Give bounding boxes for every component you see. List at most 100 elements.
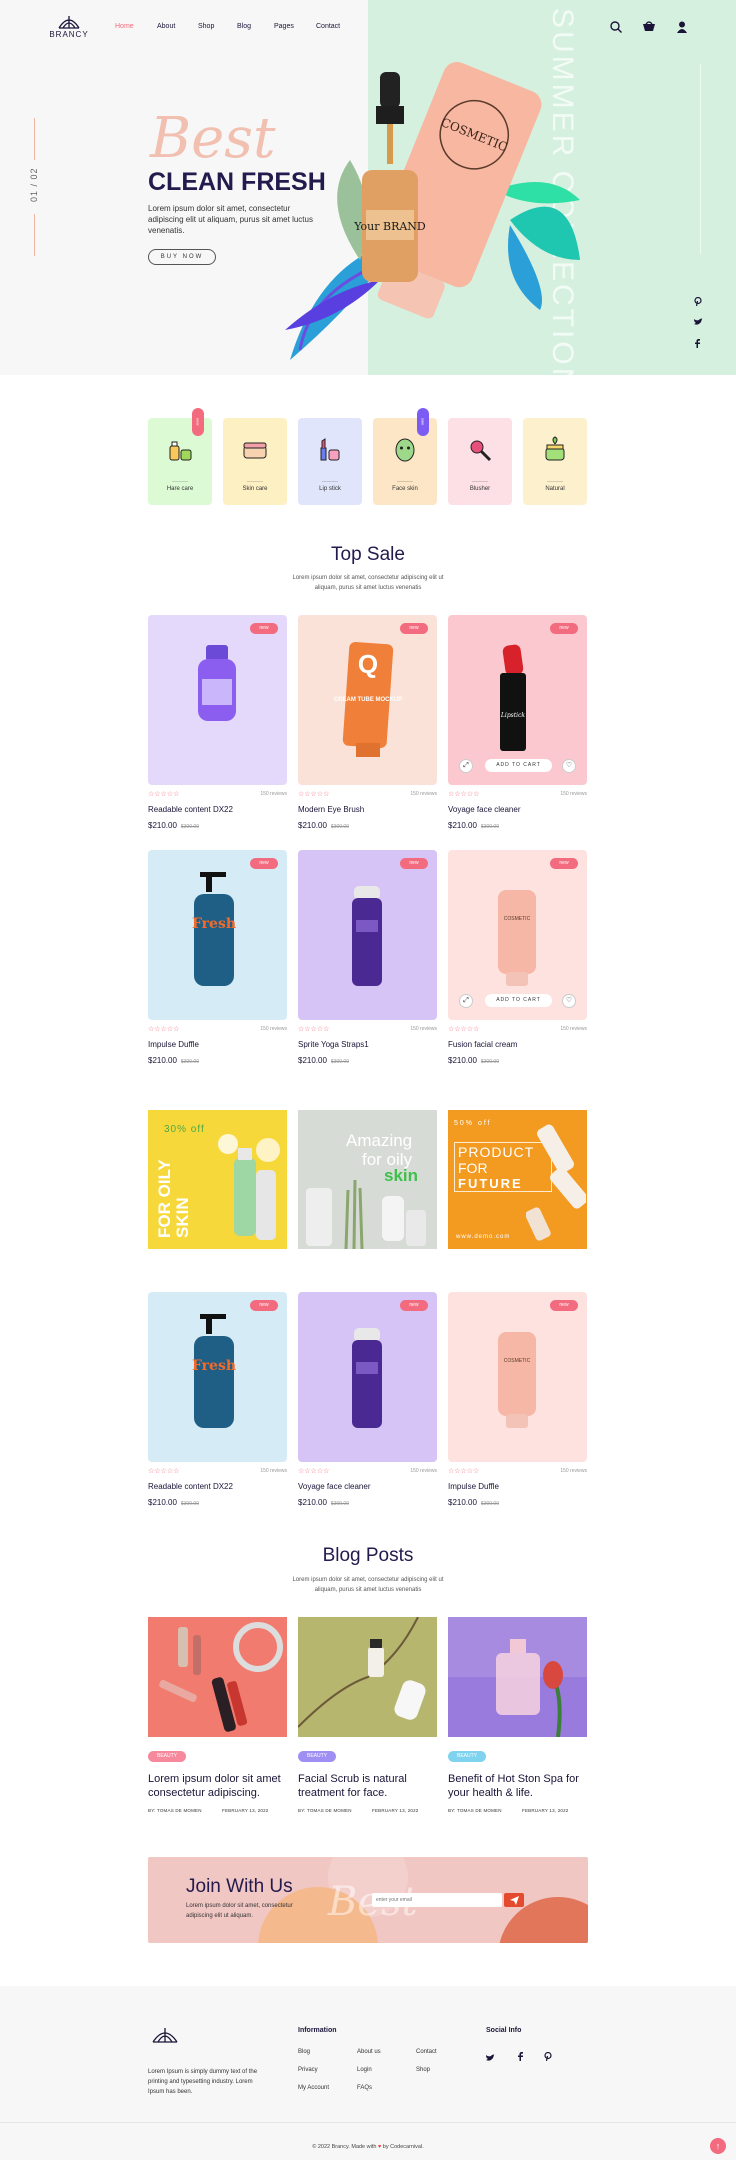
footer: Lorem Ipsum is simply dummy text of the … <box>0 1986 736 2160</box>
pinterest-icon[interactable] <box>544 2048 552 2066</box>
product-price-row: $210.00 $300.00 <box>448 1498 499 1507</box>
nav-blog[interactable]: Blog <box>237 23 251 30</box>
blog-image-3[interactable] <box>448 1617 587 1737</box>
footer-link-my-account[interactable]: My Account <box>298 2085 329 2091</box>
category-natural[interactable]: Natural <box>523 418 587 505</box>
expand-icon[interactable]: ⤢ <box>459 994 473 1008</box>
product-name[interactable]: Readable content DX22 <box>148 805 233 814</box>
heart-icon: ♥ <box>377 2144 382 2150</box>
product-name[interactable]: Voyage face cleaner <box>298 1482 371 1491</box>
promo-banner-oily-skin[interactable]: 30% off FOR OILY SKIN <box>148 1110 287 1249</box>
cart-icon[interactable] <box>642 20 656 34</box>
lipstick-icon <box>320 438 340 461</box>
blog-post-title[interactable]: Facial Scrub is natural treatment for fa… <box>298 1772 438 1800</box>
product-card[interactable]: new <box>298 850 437 1020</box>
heart-icon[interactable]: ♡ <box>562 994 576 1008</box>
rating-stars: ☆☆☆☆☆ <box>298 1026 330 1033</box>
product-card[interactable]: COSMETIC new <box>448 1292 587 1462</box>
footer-divider <box>0 2122 736 2123</box>
pinterest-icon[interactable] <box>694 296 702 308</box>
brand-logo[interactable]: BRANCY <box>44 14 94 44</box>
banner-amazing-line1: Amazing <box>346 1131 413 1150</box>
heart-icon[interactable]: ♡ <box>562 759 576 773</box>
review-count: 150 reviews <box>260 1468 287 1474</box>
nav-home[interactable]: Home <box>115 23 134 30</box>
footer-link-shop[interactable]: Shop <box>416 2067 430 2073</box>
product-card[interactable]: new <box>148 615 287 785</box>
footer-link-about-us[interactable]: About us <box>357 2049 381 2055</box>
product-card[interactable]: Fresh new <box>148 1292 287 1462</box>
footer-logo-icon[interactable] <box>150 2026 180 2049</box>
category-label: Natural <box>545 486 565 492</box>
user-icon[interactable] <box>675 20 689 34</box>
product-name[interactable]: Modern Eye Brush <box>298 805 364 814</box>
product-name[interactable]: Impulse Duffle <box>448 1482 499 1491</box>
footer-link-faqs[interactable]: FAQs <box>357 2085 372 2091</box>
product-name[interactable]: Readable content DX22 <box>148 1482 233 1491</box>
category-face-skin[interactable]: Face skin sale <box>373 408 437 505</box>
search-icon[interactable] <box>609 20 623 34</box>
product-name[interactable]: Fusion facial cream <box>448 1040 517 1049</box>
review-count: 150 reviews <box>410 1468 437 1474</box>
product-price: $210.00 <box>148 821 177 830</box>
product-card[interactable]: Fresh new <box>148 850 287 1020</box>
facebook-icon[interactable] <box>694 338 700 350</box>
cosmetic-tubes-illustration <box>526 1124 586 1241</box>
twitter-icon[interactable] <box>486 2049 495 2067</box>
svg-text:COSMETIC: COSMETIC <box>504 1358 531 1364</box>
blog-tag[interactable]: BEAUTY <box>298 1751 337 1762</box>
natural-jar-icon <box>545 436 565 461</box>
add-to-cart-button[interactable]: ADD TO CART <box>485 994 552 1007</box>
nav-shop[interactable]: Shop <box>198 23 214 30</box>
nav-contact[interactable]: Contact <box>316 23 340 30</box>
footer-link-contact[interactable]: Contact <box>416 2049 437 2055</box>
product-name[interactable]: Impulse Duffle <box>148 1040 199 1049</box>
blog-image-1[interactable] <box>148 1617 287 1737</box>
product-price: $210.00 <box>148 1056 177 1065</box>
review-count: 150 reviews <box>410 791 437 797</box>
product-old-price: $300.00 <box>330 1059 349 1065</box>
product-name[interactable]: Sprite Yoga Straps1 <box>298 1040 369 1049</box>
blog-post-title[interactable]: Lorem ipsum dolor sit amet consectetur a… <box>148 1772 288 1800</box>
footer-link-blog[interactable]: Blog <box>298 2049 310 2055</box>
category-hare-care[interactable]: Hare care new <box>148 408 212 505</box>
new-badge: new <box>550 623 578 634</box>
product-price: $210.00 <box>298 1056 327 1065</box>
blog-post-title[interactable]: Benefit of Hot Ston Spa for your health … <box>448 1772 588 1800</box>
nav-pages[interactable]: Pages <box>274 23 294 30</box>
facebook-icon[interactable] <box>517 2048 523 2066</box>
category-label: Skin care <box>242 486 268 492</box>
new-badge: new <box>250 858 278 869</box>
category-lip-stick[interactable]: Lip stick <box>298 418 362 505</box>
review-count: 150 reviews <box>260 791 287 797</box>
newsletter-email-input[interactable] <box>372 1893 502 1907</box>
blog-author: BY: TOMAS DE MOMEN <box>298 1808 352 1813</box>
svg-text:CREAM TUBE MOCKUP: CREAM TUBE MOCKUP <box>334 697 402 703</box>
footer-link-privacy[interactable]: Privacy <box>298 2067 318 2073</box>
product-card[interactable]: Lipstick new ⤢ ADD TO CART ♡ <box>448 615 587 785</box>
product-price-row: $210.00 $300.00 <box>148 1056 199 1065</box>
blog-date: FEBRUARY 13, 2022 <box>522 1808 569 1813</box>
add-to-cart-button[interactable]: ADD TO CART <box>485 759 552 772</box>
buy-now-button[interactable]: BUY NOW <box>148 249 216 265</box>
blog-tag[interactable]: BEAUTY <box>148 1751 187 1762</box>
blog-author: BY: TOMAS DE MOMEN <box>448 1808 502 1813</box>
category-skin-care[interactable]: Skin care <box>223 418 287 505</box>
twitter-icon[interactable] <box>694 318 703 328</box>
blog-tag[interactable]: BEAUTY <box>448 1751 487 1762</box>
expand-icon[interactable]: ⤢ <box>459 759 473 773</box>
category-blusher[interactable]: Blusher <box>448 418 512 505</box>
product-name[interactable]: Voyage face cleaner <box>448 805 521 814</box>
product-price-row: $210.00 $300.00 <box>298 1056 349 1065</box>
promo-banner-future[interactable]: 50% off PRODUCT FOR FUTURE www.demo.com <box>448 1110 587 1249</box>
nav-about[interactable]: About <box>157 23 175 30</box>
product-card[interactable]: new <box>298 1292 437 1462</box>
blog-image-2[interactable] <box>298 1617 437 1737</box>
scroll-to-top-button[interactable]: ↑ <box>710 2138 726 2154</box>
product-card[interactable]: Q CREAM TUBE MOCKUP new <box>298 615 437 785</box>
footer-link-login[interactable]: Login <box>357 2067 372 2073</box>
hero-products-illustration: COSMETIC Your BRAND <box>285 62 580 360</box>
send-icon[interactable] <box>504 1893 524 1907</box>
promo-banner-amazing[interactable]: Amazing for oily skin <box>298 1110 437 1249</box>
product-card[interactable]: COSMETIC new ⤢ ADD TO CART ♡ <box>448 850 587 1020</box>
